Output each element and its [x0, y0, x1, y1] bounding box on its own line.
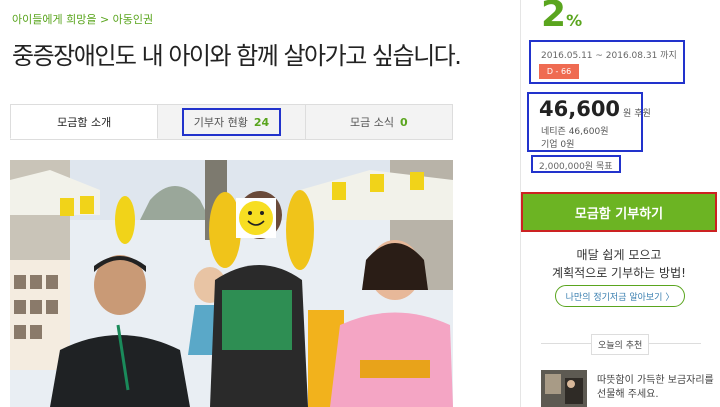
tab-intro[interactable]: 모금함 소개	[10, 104, 159, 139]
netizen-amount: 네티즌 46,600원	[541, 127, 609, 137]
company-amount: 기업 0원	[541, 140, 575, 150]
regular-saving-button[interactable]: 나만의 정기저금 알아보기 〉	[555, 285, 685, 307]
breadcrumb[interactable]: 아이들에게 희망을 > 아동인권	[12, 11, 153, 27]
progress-value: 2	[541, 0, 567, 35]
tab-donors-label: 기부자 현황	[193, 116, 248, 129]
promo-line-1: 매달 쉽게 모으고	[576, 248, 662, 262]
raised-amount-unit: 원 후원	[623, 109, 651, 119]
recommend-label: 오늘의 추천	[591, 334, 650, 355]
progress-percent: 2%	[541, 0, 582, 35]
goal-highlight: 2,000,000원 목표	[531, 155, 621, 173]
campaign-photo	[10, 160, 453, 407]
recommend-title[interactable]: 따뜻함이 가득한 보금자리를 선물해 주세요.	[597, 374, 715, 402]
campaign-period: 2016.05.11 ~ 2016.08.31 까지	[541, 51, 677, 61]
tab-donors-highlight: 기부자 현황 24	[181, 108, 282, 136]
regular-saving-promo: 매달 쉽게 모으고 계획적으로 기부하는 방법!	[521, 246, 717, 282]
tab-news[interactable]: 모금 소식 0	[305, 104, 453, 139]
progress-unit: %	[566, 11, 583, 30]
recommend-thumbnail[interactable]	[541, 370, 587, 407]
page-title: 중증장애인도 내 아이와 함께 살아가고 싶습니다.	[12, 42, 462, 70]
dday-badge: D - 66	[539, 64, 579, 79]
donation-sidebar: 2% 2016.05.11 ~ 2016.08.31 까지 D - 66 46,…	[520, 0, 720, 407]
donate-button[interactable]: 모금함 기부하기	[521, 192, 717, 232]
amount-highlight: 46,600 원 후원 네티즌 46,600원 기업 0원	[527, 92, 651, 152]
tab-bar: 모금함 소개 기부자 현황 24 모금 소식 0	[10, 104, 453, 140]
period-highlight: 2016.05.11 ~ 2016.08.31 까지 D - 66	[529, 40, 685, 84]
tab-intro-label: 모금함 소개	[57, 115, 112, 129]
tab-news-label: 모금 소식	[350, 116, 394, 129]
tab-donors-count: 24	[253, 115, 270, 129]
tab-donors[interactable]: 기부자 현황 24	[158, 104, 306, 139]
recommend-thumbnail-image	[541, 370, 587, 407]
raised-amount: 46,600 원 후원	[539, 97, 651, 121]
tab-news-count: 0	[399, 115, 408, 129]
campaign-photo-illustration	[10, 160, 453, 407]
raised-amount-value: 46,600	[539, 97, 621, 121]
promo-line-2: 계획적으로 기부하는 방법!	[552, 266, 686, 280]
goal-amount: 2,000,000원 목표	[539, 162, 613, 172]
